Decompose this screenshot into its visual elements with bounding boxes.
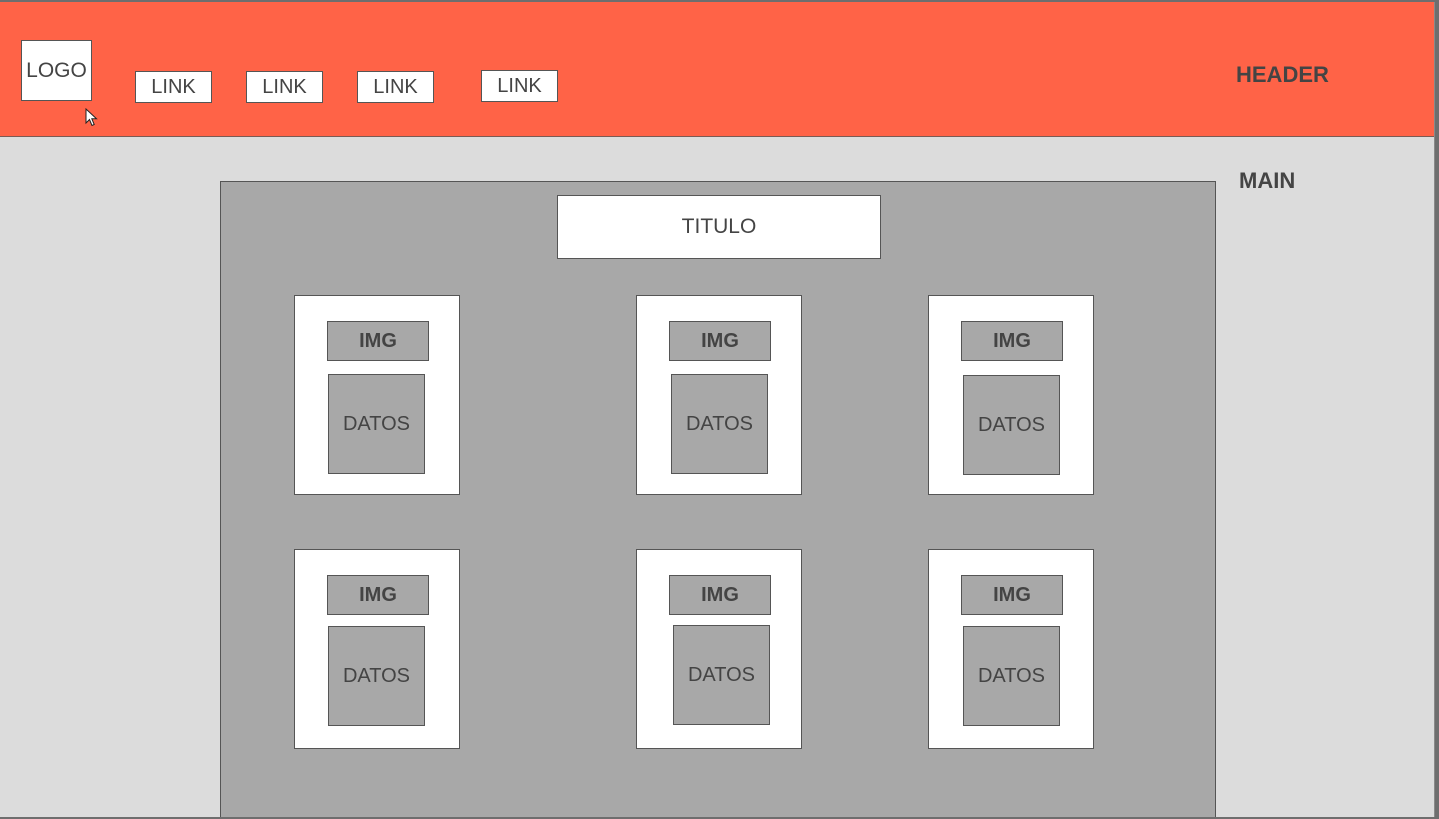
nav-link-1[interactable]: LINK [135,71,212,103]
card-4[interactable]: IMG DATOS [294,549,460,749]
card-1[interactable]: IMG DATOS [294,295,460,495]
card-data: DATOS [328,626,425,726]
main-region: TITULO IMG DATOS IMG DATOS IMG DATOS IMG… [220,181,1216,817]
nav-link-4[interactable]: LINK [481,70,558,102]
title-box[interactable]: TITULO [557,195,881,259]
header-label: HEADER [1236,62,1329,87]
logo-box[interactable]: LOGO [21,40,92,101]
card-image: IMG [327,575,429,615]
card-image: IMG [669,321,771,361]
header-region: LOGO LINK LINK LINK LINK HEADER [0,2,1434,137]
card-5[interactable]: IMG DATOS [636,549,802,749]
mouse-pointer-icon [85,108,98,127]
card-6[interactable]: IMG DATOS [928,549,1094,749]
main-label: MAIN [1239,168,1296,193]
card-data: DATOS [328,374,425,474]
card-image: IMG [961,321,1063,361]
card-image: IMG [961,575,1063,615]
card-data: DATOS [963,375,1060,475]
card-image: IMG [327,321,429,361]
card-data: DATOS [963,626,1060,726]
card-2[interactable]: IMG DATOS [636,295,802,495]
card-data: DATOS [671,374,768,474]
card-data: DATOS [673,625,770,725]
nav-link-3[interactable]: LINK [357,71,434,103]
card-image: IMG [669,575,771,615]
wireframe-canvas: LOGO LINK LINK LINK LINK HEADER MAIN TIT… [0,2,1435,817]
card-3[interactable]: IMG DATOS [928,295,1094,495]
nav-link-2[interactable]: LINK [246,71,323,103]
